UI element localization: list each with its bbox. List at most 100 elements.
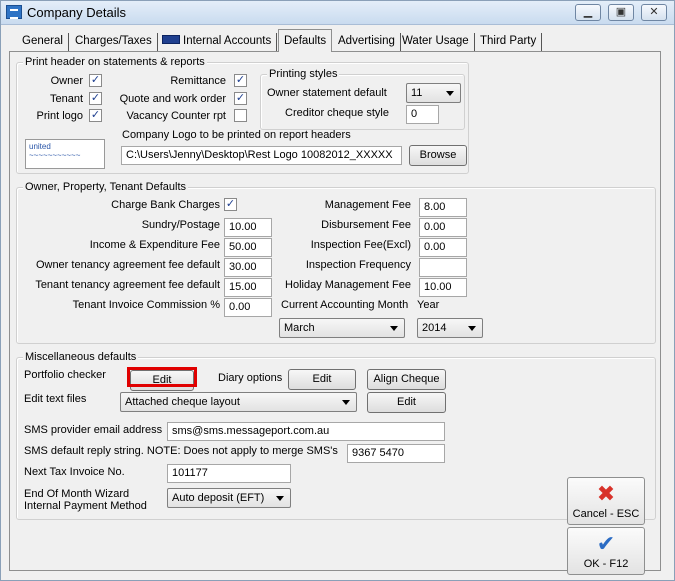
next-tax-input[interactable]: 101177 xyxy=(167,464,291,483)
owner-statement-label: Owner statement default xyxy=(267,87,387,99)
ok-button[interactable]: ✔ OK - F12 xyxy=(567,527,645,575)
tab-charges-taxes[interactable]: Charges/Taxes xyxy=(70,33,158,51)
eom-payment-select[interactable]: Auto deposit (EFT) xyxy=(167,488,291,508)
next-tax-label: Next Tax Invoice No. xyxy=(24,466,125,478)
owner-label: Owner xyxy=(50,75,83,87)
logo-path-input[interactable]: C:\Users\Jenny\Desktop\Rest Logo 1008201… xyxy=(121,146,402,165)
ok-button-label: OK - F12 xyxy=(583,558,629,570)
browse-button[interactable]: Browse xyxy=(409,145,467,166)
disbursement-label: Disbursement Fee xyxy=(321,219,411,231)
tenant-invoice-label: Tenant Invoice Commission % xyxy=(72,299,220,311)
diary-options-label: Diary options xyxy=(218,372,283,384)
company-logo-preview: united ~~~~~~~~~~~ xyxy=(25,139,105,169)
tab-internal-accounts-label: Internal Accounts xyxy=(183,35,272,47)
sms-email-label: SMS provider email address xyxy=(24,424,163,436)
defaults-group-label: Owner, Property, Tenant Defaults xyxy=(23,181,189,193)
logo-label: Company Logo to be printed on report hea… xyxy=(122,129,351,141)
tenant-label: Tenant xyxy=(49,93,83,105)
holiday-fee-input[interactable]: 10.00 xyxy=(419,278,467,297)
tab-water-usage[interactable]: Water Usage xyxy=(397,33,475,51)
print-header-group: Print header on statements & reports Own… xyxy=(16,56,469,174)
inspection-frequency-input[interactable] xyxy=(419,258,467,277)
printing-styles-label: Printing styles xyxy=(267,68,340,80)
edit-text-files-label: Edit text files xyxy=(24,393,87,405)
company-details-window: Company Details ▁ ▣ ✕ General Charges/Ta… xyxy=(0,0,675,581)
diary-edit-button[interactable]: Edit xyxy=(288,369,356,390)
app-icon xyxy=(6,5,22,19)
maximize-button[interactable]: ▣ xyxy=(608,4,634,21)
printing-styles-group: Printing styles Owner statement default … xyxy=(260,68,465,130)
management-fee-label: Management Fee xyxy=(324,199,411,211)
owner-statement-select[interactable]: 11 xyxy=(406,83,461,103)
sms-reply-input[interactable]: 9367 5470 xyxy=(347,444,445,463)
tab-third-party[interactable]: Third Party xyxy=(475,33,543,51)
owner-tenancy-input[interactable]: 30.00 xyxy=(224,258,272,277)
charge-bank-label: Charge Bank Charges xyxy=(111,199,220,211)
tenant-checkbox[interactable]: ✓ xyxy=(89,92,102,105)
sms-email-input[interactable]: sms@sms.messageport.com.au xyxy=(167,422,445,441)
misc-group: Miscellaneous defaults Portfolio checker… xyxy=(16,351,656,520)
accounting-month-select[interactable]: March xyxy=(279,318,405,338)
vacancy-checkbox[interactable] xyxy=(234,109,247,122)
align-cheque-button[interactable]: Align Cheque xyxy=(367,369,446,390)
highlight-box xyxy=(127,367,197,387)
year-select[interactable]: 2014 xyxy=(417,318,483,338)
edit-text-files-button[interactable]: Edit xyxy=(367,392,446,413)
accounting-month-label: Current Accounting Month xyxy=(281,299,409,311)
edit-text-files-select[interactable]: Attached cheque layout xyxy=(120,392,357,412)
inspection-fee-input[interactable]: 0.00 xyxy=(419,238,467,257)
eom-label-line1: End Of Month Wizard xyxy=(24,488,130,500)
income-input[interactable]: 50.00 xyxy=(224,238,272,257)
cancel-button-label: Cancel - ESC xyxy=(572,508,640,520)
creditor-cheque-label: Creditor cheque style xyxy=(285,107,389,119)
close-button[interactable]: ✕ xyxy=(641,4,667,21)
chevron-down-icon xyxy=(468,326,476,331)
remittance-label: Remittance xyxy=(170,75,226,87)
title-bar: Company Details ▁ ▣ ✕ xyxy=(1,1,674,25)
key-icon xyxy=(162,35,180,45)
owner-tenancy-label: Owner tenancy agreement fee default xyxy=(35,259,220,271)
tab-internal-accounts[interactable]: Internal Accounts xyxy=(157,33,278,51)
disbursement-input[interactable]: 0.00 xyxy=(419,218,467,237)
income-label: Income & Expenditure Fee xyxy=(89,239,220,251)
print-logo-checkbox[interactable]: ✓ xyxy=(89,109,102,122)
vacancy-label: Vacancy Counter rpt xyxy=(126,110,226,122)
cancel-button[interactable]: ✖ Cancel - ESC xyxy=(567,477,645,525)
year-value: 2014 xyxy=(422,322,447,334)
remittance-checkbox[interactable]: ✓ xyxy=(234,74,247,87)
eom-payment-value: Auto deposit (EFT) xyxy=(172,492,265,504)
tenant-tenancy-label: Tenant tenancy agreement fee default xyxy=(35,279,220,291)
print-header-group-label: Print header on statements & reports xyxy=(23,56,207,68)
misc-group-label: Miscellaneous defaults xyxy=(23,351,139,363)
sundry-input[interactable]: 10.00 xyxy=(224,218,272,237)
chevron-down-icon xyxy=(342,400,350,405)
tab-defaults[interactable]: Defaults xyxy=(278,29,333,52)
management-fee-input[interactable]: 8.00 xyxy=(419,198,467,217)
quote-checkbox[interactable]: ✓ xyxy=(234,92,247,105)
owner-statement-value: 11 xyxy=(411,87,423,99)
eom-label-line2: Internal Payment Method xyxy=(24,500,147,512)
year-label: Year xyxy=(417,299,440,311)
creditor-cheque-input[interactable]: 0 xyxy=(406,105,439,124)
logo-preview-text: united xyxy=(29,142,51,151)
tab-advertising[interactable]: Advertising xyxy=(333,33,401,51)
inspection-frequency-label: Inspection Frequency xyxy=(305,259,411,271)
holiday-fee-label: Holiday Management Fee xyxy=(285,279,411,291)
quote-label: Quote and work order xyxy=(119,93,226,105)
sms-reply-label: SMS default reply string. NOTE: Does not… xyxy=(24,445,338,457)
chevron-down-icon xyxy=(276,496,284,501)
inspection-fee-label: Inspection Fee(Excl) xyxy=(310,239,411,251)
defaults-group: Owner, Property, Tenant Defaults Charge … xyxy=(16,181,656,344)
tenant-invoice-input[interactable]: 0.00 xyxy=(224,298,272,317)
tab-general[interactable]: General xyxy=(17,33,69,51)
minimize-button[interactable]: ▁ xyxy=(575,4,601,21)
edit-text-files-value: Attached cheque layout xyxy=(125,396,240,408)
chevron-down-icon xyxy=(390,326,398,331)
owner-checkbox[interactable]: ✓ xyxy=(89,74,102,87)
tenant-tenancy-input[interactable]: 15.00 xyxy=(224,278,272,297)
print-logo-label: Print logo xyxy=(36,110,83,122)
charge-bank-checkbox[interactable]: ✓ xyxy=(224,198,237,211)
cancel-x-icon: ✖ xyxy=(596,481,616,506)
defaults-panel: Print header on statements & reports Own… xyxy=(9,51,661,571)
portfolio-checker-label: Portfolio checker xyxy=(24,369,106,381)
